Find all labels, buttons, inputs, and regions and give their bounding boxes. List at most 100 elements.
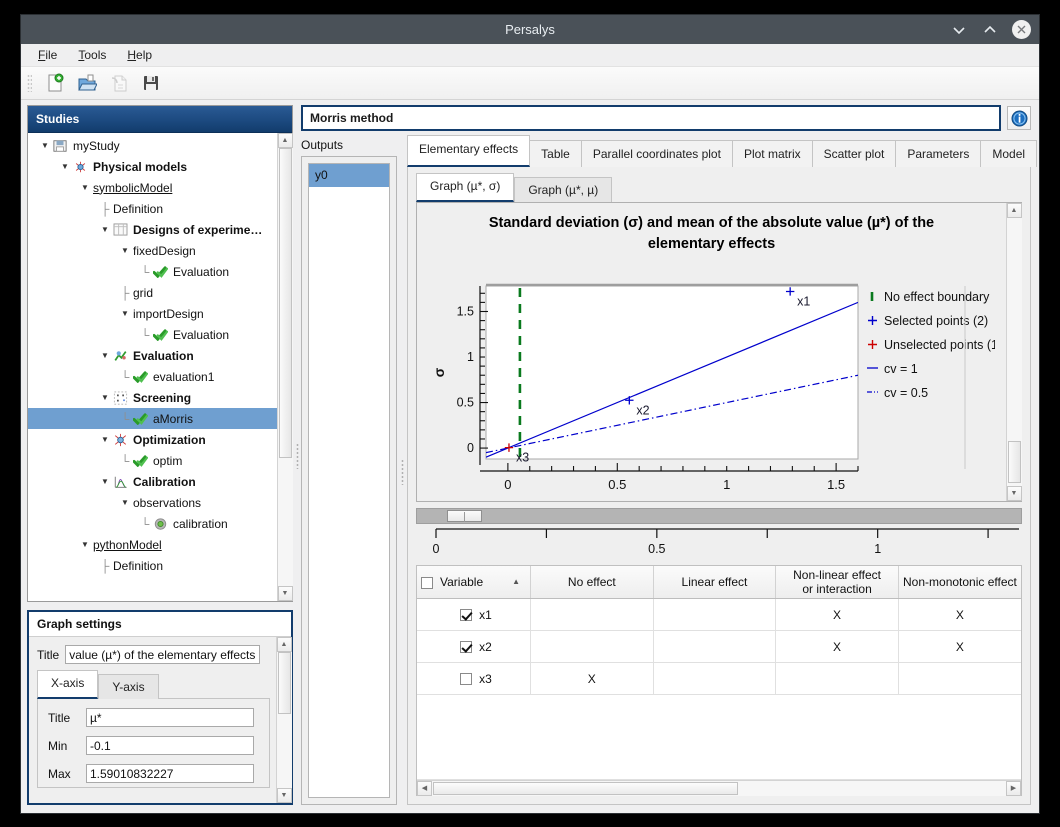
- tab-parallel-coordinates-plot[interactable]: Parallel coordinates plot: [581, 140, 733, 167]
- tab-plot-matrix[interactable]: Plot matrix: [732, 140, 813, 167]
- table-row[interactable]: x2XX: [417, 631, 1021, 663]
- scroll-thumb[interactable]: [278, 652, 291, 714]
- open-folder-icon[interactable]: [76, 72, 98, 94]
- axis-max-input[interactable]: 1.59010832227: [86, 764, 254, 783]
- column-nonlinear-effect[interactable]: Non-linear effector interaction: [776, 566, 899, 599]
- cell-variable[interactable]: x3: [417, 663, 531, 695]
- table-horizontal-scrollbar[interactable]: ◀ ▶: [417, 780, 1021, 795]
- close-button[interactable]: [1012, 20, 1031, 39]
- tab-scatter-plot[interactable]: Scatter plot: [812, 140, 897, 167]
- tree-item[interactable]: ▼Screening: [28, 387, 277, 408]
- info-button[interactable]: [1007, 106, 1031, 130]
- scroll-right-button[interactable]: ▶: [1006, 781, 1021, 796]
- column-no-effect[interactable]: No effect: [531, 566, 654, 599]
- table-row[interactable]: x1XX: [417, 599, 1021, 631]
- scroll-up-button[interactable]: ▲: [278, 133, 293, 148]
- morris-scatter-plot[interactable]: 00.511.5σ00.511.5x1x2x3No effect boundar…: [417, 203, 995, 501]
- tree-twisty[interactable]: ▼: [98, 351, 112, 360]
- scroll-left-button[interactable]: ◀: [417, 781, 432, 796]
- column-nonmonotonic-effect[interactable]: Non-monotonic effect: [898, 566, 1021, 599]
- tree-item[interactable]: ▼importDesign: [28, 303, 277, 324]
- tree-item[interactable]: ▼pythonModel: [28, 534, 277, 555]
- tree-item[interactable]: ├Definition: [28, 555, 277, 576]
- tree-item[interactable]: ▼Optimization: [28, 429, 277, 450]
- tree-item[interactable]: └Evaluation: [28, 261, 277, 282]
- column-linear-effect[interactable]: Linear effect: [653, 566, 776, 599]
- floppy-disk-save-icon[interactable]: [140, 72, 162, 94]
- tree-twisty[interactable]: ▼: [98, 225, 112, 234]
- select-all-checkbox[interactable]: [421, 577, 433, 589]
- tree-item[interactable]: ▼Physical models: [28, 156, 277, 177]
- scroll-thumb[interactable]: [1008, 441, 1021, 483]
- tree-item[interactable]: ▼Designs of experime…: [28, 219, 277, 240]
- tree-twisty[interactable]: ▼: [118, 246, 132, 255]
- outputs-list[interactable]: y0: [301, 156, 397, 805]
- scroll-down-button[interactable]: ▼: [277, 788, 292, 803]
- tree-twisty[interactable]: ▼: [58, 162, 72, 171]
- output-item-y0[interactable]: y0: [309, 164, 389, 187]
- tree-twisty[interactable]: ▼: [78, 183, 92, 192]
- scroll-down-button[interactable]: ▼: [1007, 486, 1022, 501]
- tree-item[interactable]: └calibration: [28, 513, 277, 534]
- plot-canvas[interactable]: Standard deviation (σ) and mean of the a…: [417, 203, 1006, 501]
- graph-settings-vertical-scrollbar[interactable]: ▲ ▼: [276, 637, 291, 803]
- study-tree[interactable]: ▼myStudy▼Physical models▼symbolicModel├D…: [28, 133, 277, 601]
- scroll-thumb[interactable]: [279, 148, 292, 458]
- tree-twisty[interactable]: ▼: [118, 498, 132, 507]
- tree-item[interactable]: ├grid: [28, 282, 277, 303]
- horizontal-splitter[interactable]: [397, 138, 407, 805]
- vertical-splitter[interactable]: [293, 99, 301, 813]
- maximize-button[interactable]: [981, 21, 999, 39]
- axis-title-input[interactable]: µ*: [86, 708, 254, 727]
- minimize-button[interactable]: [950, 21, 968, 39]
- tree-twisty[interactable]: ▼: [78, 540, 92, 549]
- studies-vertical-scrollbar[interactable]: ▲ ▼: [277, 133, 292, 601]
- cell-variable[interactable]: x1: [417, 599, 531, 631]
- tree-item[interactable]: ▼observations: [28, 492, 277, 513]
- tree-twisty[interactable]: ▼: [38, 141, 52, 150]
- tree-twisty[interactable]: ▼: [98, 477, 112, 486]
- scroll-track[interactable]: [278, 148, 293, 586]
- table-row[interactable]: x3X: [417, 663, 1021, 695]
- tree-twisty[interactable]: ▼: [118, 309, 132, 318]
- tab-table[interactable]: Table: [529, 140, 582, 167]
- tree-item[interactable]: ├Definition: [28, 198, 277, 219]
- graph-title-input[interactable]: value (µ*) of the elementary effects: [65, 645, 260, 664]
- scroll-track[interactable]: [432, 781, 1006, 796]
- tab-graph-mu-sigma[interactable]: Graph (µ*, σ): [416, 173, 514, 202]
- tree-item-selected[interactable]: └aMorris: [28, 408, 277, 429]
- tree-item[interactable]: ▼Evaluation: [28, 345, 277, 366]
- row-checkbox[interactable]: [460, 641, 472, 653]
- study-title-field[interactable]: Morris method: [301, 105, 1001, 131]
- axis-min-input[interactable]: -0.1: [86, 736, 254, 755]
- scroll-down-button[interactable]: ▼: [278, 586, 293, 601]
- tree-item[interactable]: ▼fixedDesign: [28, 240, 277, 261]
- tree-item[interactable]: ▼Calibration: [28, 471, 277, 492]
- tab-elementary-effects[interactable]: Elementary effects: [407, 135, 530, 167]
- tab-y-axis[interactable]: Y-axis: [98, 674, 158, 699]
- tree-item[interactable]: └optim: [28, 450, 277, 471]
- menu-help[interactable]: Help: [118, 46, 161, 64]
- tab-x-axis[interactable]: X-axis: [37, 670, 98, 699]
- tree-item[interactable]: ▼symbolicModel: [28, 177, 277, 198]
- row-checkbox[interactable]: [460, 673, 472, 685]
- slider-thumb[interactable]: [447, 510, 482, 522]
- tab-parameters[interactable]: Parameters: [895, 140, 981, 167]
- tree-twisty[interactable]: ▼: [98, 435, 112, 444]
- toolbar-grip[interactable]: [27, 74, 32, 92]
- scroll-up-button[interactable]: ▲: [277, 637, 292, 652]
- tab-model[interactable]: Model: [980, 140, 1037, 167]
- tree-item[interactable]: └evaluation1: [28, 366, 277, 387]
- scroll-track[interactable]: [277, 652, 292, 788]
- column-variable[interactable]: Variable ▲: [417, 566, 531, 599]
- scroll-thumb[interactable]: [433, 782, 738, 795]
- tree-item[interactable]: ▼myStudy: [28, 135, 277, 156]
- new-document-icon[interactable]: [44, 72, 66, 94]
- row-checkbox[interactable]: [460, 609, 472, 621]
- menu-tools[interactable]: Tools: [69, 46, 115, 64]
- slider-track[interactable]: [416, 508, 1022, 524]
- graph-vertical-scrollbar[interactable]: ▲ ▼: [1006, 203, 1021, 501]
- scroll-track[interactable]: [1007, 218, 1022, 486]
- tab-graph-mu-mu[interactable]: Graph (µ*, µ): [514, 177, 612, 202]
- tree-twisty[interactable]: ▼: [98, 393, 112, 402]
